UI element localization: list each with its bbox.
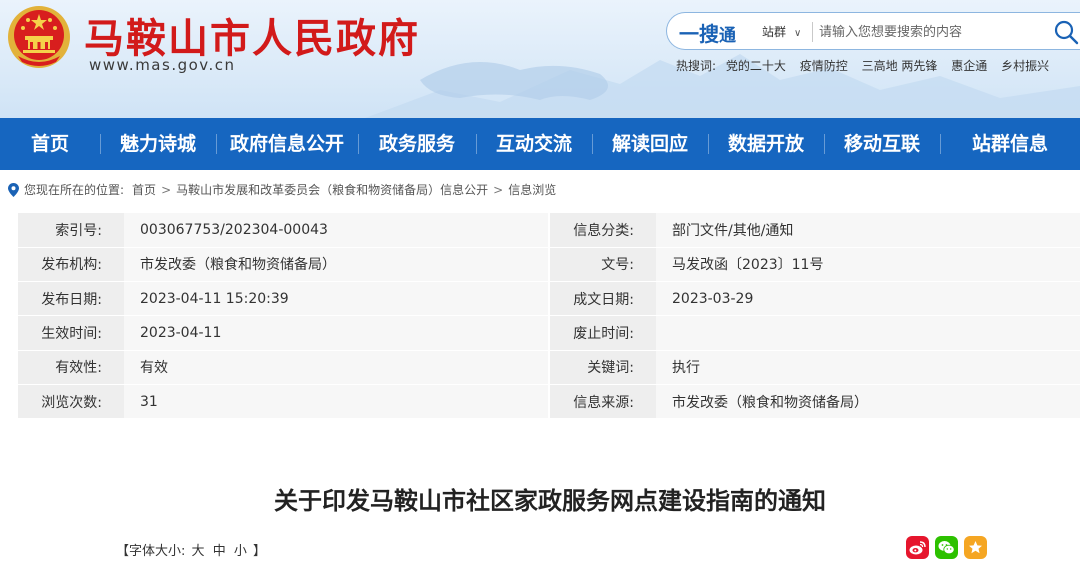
search-icon[interactable]: [1053, 19, 1079, 45]
info-key: 信息分类:: [550, 213, 656, 248]
table-row: 索引号: 003067753/202304-00043 信息分类: 部门文件/其…: [18, 213, 1080, 248]
info-key: 成文日期:: [550, 281, 656, 317]
nav-item-gov-service[interactable]: 政务服务: [358, 118, 476, 170]
font-size-medium-button[interactable]: 中: [213, 544, 226, 559]
share-bar: [906, 536, 987, 559]
table-row: 发布机构: 市发改委（粮食和物资储备局） 文号: 马发改函〔2023〕11号: [18, 247, 1080, 283]
info-key: 信息来源:: [550, 384, 656, 420]
weibo-share-icon[interactable]: [906, 536, 929, 559]
breadcrumb: 您现在所在的位置: 首页 > 马鞍山市发展和改革委员会（粮食和物资储备局）信息公…: [8, 181, 556, 198]
breadcrumb-dept[interactable]: 马鞍山市发展和改革委员会（粮食和物资储备局）信息公开: [176, 181, 488, 198]
hot-term-link[interactable]: 乡村振兴: [1001, 59, 1049, 73]
table-row: 发布日期: 2023-04-11 15:20:39 成文日期: 2023-03-…: [18, 281, 1080, 317]
info-value: 部门文件/其他/通知: [656, 213, 1080, 248]
site-url: www.mas.gov.cn: [89, 56, 236, 74]
nav-item-open-data[interactable]: 数据开放: [708, 118, 824, 170]
info-value: 31: [124, 384, 548, 420]
info-key: 文号:: [550, 247, 656, 283]
chevron-down-icon: ∨: [794, 28, 802, 39]
hot-search-label: 热搜词:: [676, 59, 717, 73]
info-key: 发布机构:: [18, 247, 124, 283]
info-value: 003067753/202304-00043: [124, 213, 548, 248]
nav-item-interpretation[interactable]: 解读回应: [592, 118, 708, 170]
breadcrumb-label: 您现在所在的位置:: [24, 183, 125, 197]
divider: [812, 22, 813, 42]
hot-search-terms: 热搜词: 党的二十大 疫情防控 三高地 两先锋 惠企通 乡村振兴: [676, 57, 1059, 74]
nav-item-interaction[interactable]: 互动交流: [476, 118, 592, 170]
info-key: 生效时间:: [18, 315, 124, 351]
info-value: [656, 315, 1080, 351]
location-pin-icon: [8, 182, 19, 197]
info-value: 马发改函〔2023〕11号: [656, 247, 1080, 283]
breadcrumb-current: 信息浏览: [508, 183, 557, 197]
nav-item-gov-info[interactable]: 政府信息公开: [216, 118, 358, 170]
nav-item-mobile[interactable]: 移动互联: [824, 118, 940, 170]
hot-term-link[interactable]: 惠企通: [951, 59, 987, 73]
breadcrumb-separator: >: [493, 182, 504, 197]
breadcrumb-separator: >: [161, 182, 172, 197]
info-key: 发布日期:: [18, 281, 124, 317]
hot-term-link[interactable]: 疫情防控: [800, 59, 848, 73]
search-scope-select[interactable]: 站群 ∨: [762, 23, 801, 40]
document-info-table: 索引号: 003067753/202304-00043 信息分类: 部门文件/其…: [18, 213, 1080, 420]
info-value: 执行: [656, 350, 1080, 385]
hot-term-link[interactable]: 三高地 两先锋: [862, 59, 938, 73]
info-key: 有效性:: [18, 350, 124, 385]
info-value: 2023-04-11 15:20:39: [124, 281, 548, 317]
search-brand-logo: 一搜通: [679, 22, 736, 46]
table-row: 浏览次数: 31 信息来源: 市发改委（粮食和物资储备局）: [18, 384, 1080, 420]
breadcrumb-home[interactable]: 首页: [132, 181, 156, 198]
national-emblem-icon: [8, 6, 70, 68]
info-value: 有效: [124, 350, 548, 385]
info-value: 市发改委（粮食和物资储备局）: [124, 247, 548, 283]
favorite-star-icon[interactable]: [964, 536, 987, 559]
info-value: 2023-04-11: [124, 315, 548, 351]
search-bar: 一搜通 站群 ∨: [666, 12, 1080, 50]
nav-item-home[interactable]: 首页: [0, 118, 100, 170]
info-key: 废止时间:: [550, 315, 656, 351]
article-title: 关于印发马鞍山市社区家政服务网点建设指南的通知: [274, 487, 826, 515]
info-key: 浏览次数:: [18, 384, 124, 420]
nav-item-site-group[interactable]: 站群信息: [940, 118, 1080, 170]
search-input[interactable]: [819, 20, 1039, 44]
info-key: 索引号:: [18, 213, 124, 248]
table-row: 生效时间: 2023-04-11 废止时间:: [18, 315, 1080, 351]
info-value: 2023-03-29: [656, 281, 1080, 317]
font-size-small-button[interactable]: 小: [234, 544, 247, 559]
main-nav: 首页 魅力诗城 政府信息公开 政务服务 互动交流 解读回应 数据开放 移动互联 …: [0, 118, 1080, 170]
site-header: 马鞍山市人民政府 www.mas.gov.cn 一搜通 站群∨ 热搜词: 党的二…: [0, 0, 1080, 118]
horse-silhouette-icon: [365, 54, 1080, 118]
info-value: 市发改委（粮食和物资储备局）: [656, 384, 1080, 420]
font-size-large-button[interactable]: 大: [192, 544, 205, 559]
hot-term-link[interactable]: 党的二十大: [726, 59, 786, 73]
info-key: 关键词:: [550, 350, 656, 385]
wechat-share-icon[interactable]: [935, 536, 958, 559]
nav-item-charm-city[interactable]: 魅力诗城: [100, 118, 216, 170]
font-size-control: 【字体大小: 大 中 小 】: [116, 544, 267, 559]
table-row: 有效性: 有效 关键词: 执行: [18, 350, 1080, 385]
